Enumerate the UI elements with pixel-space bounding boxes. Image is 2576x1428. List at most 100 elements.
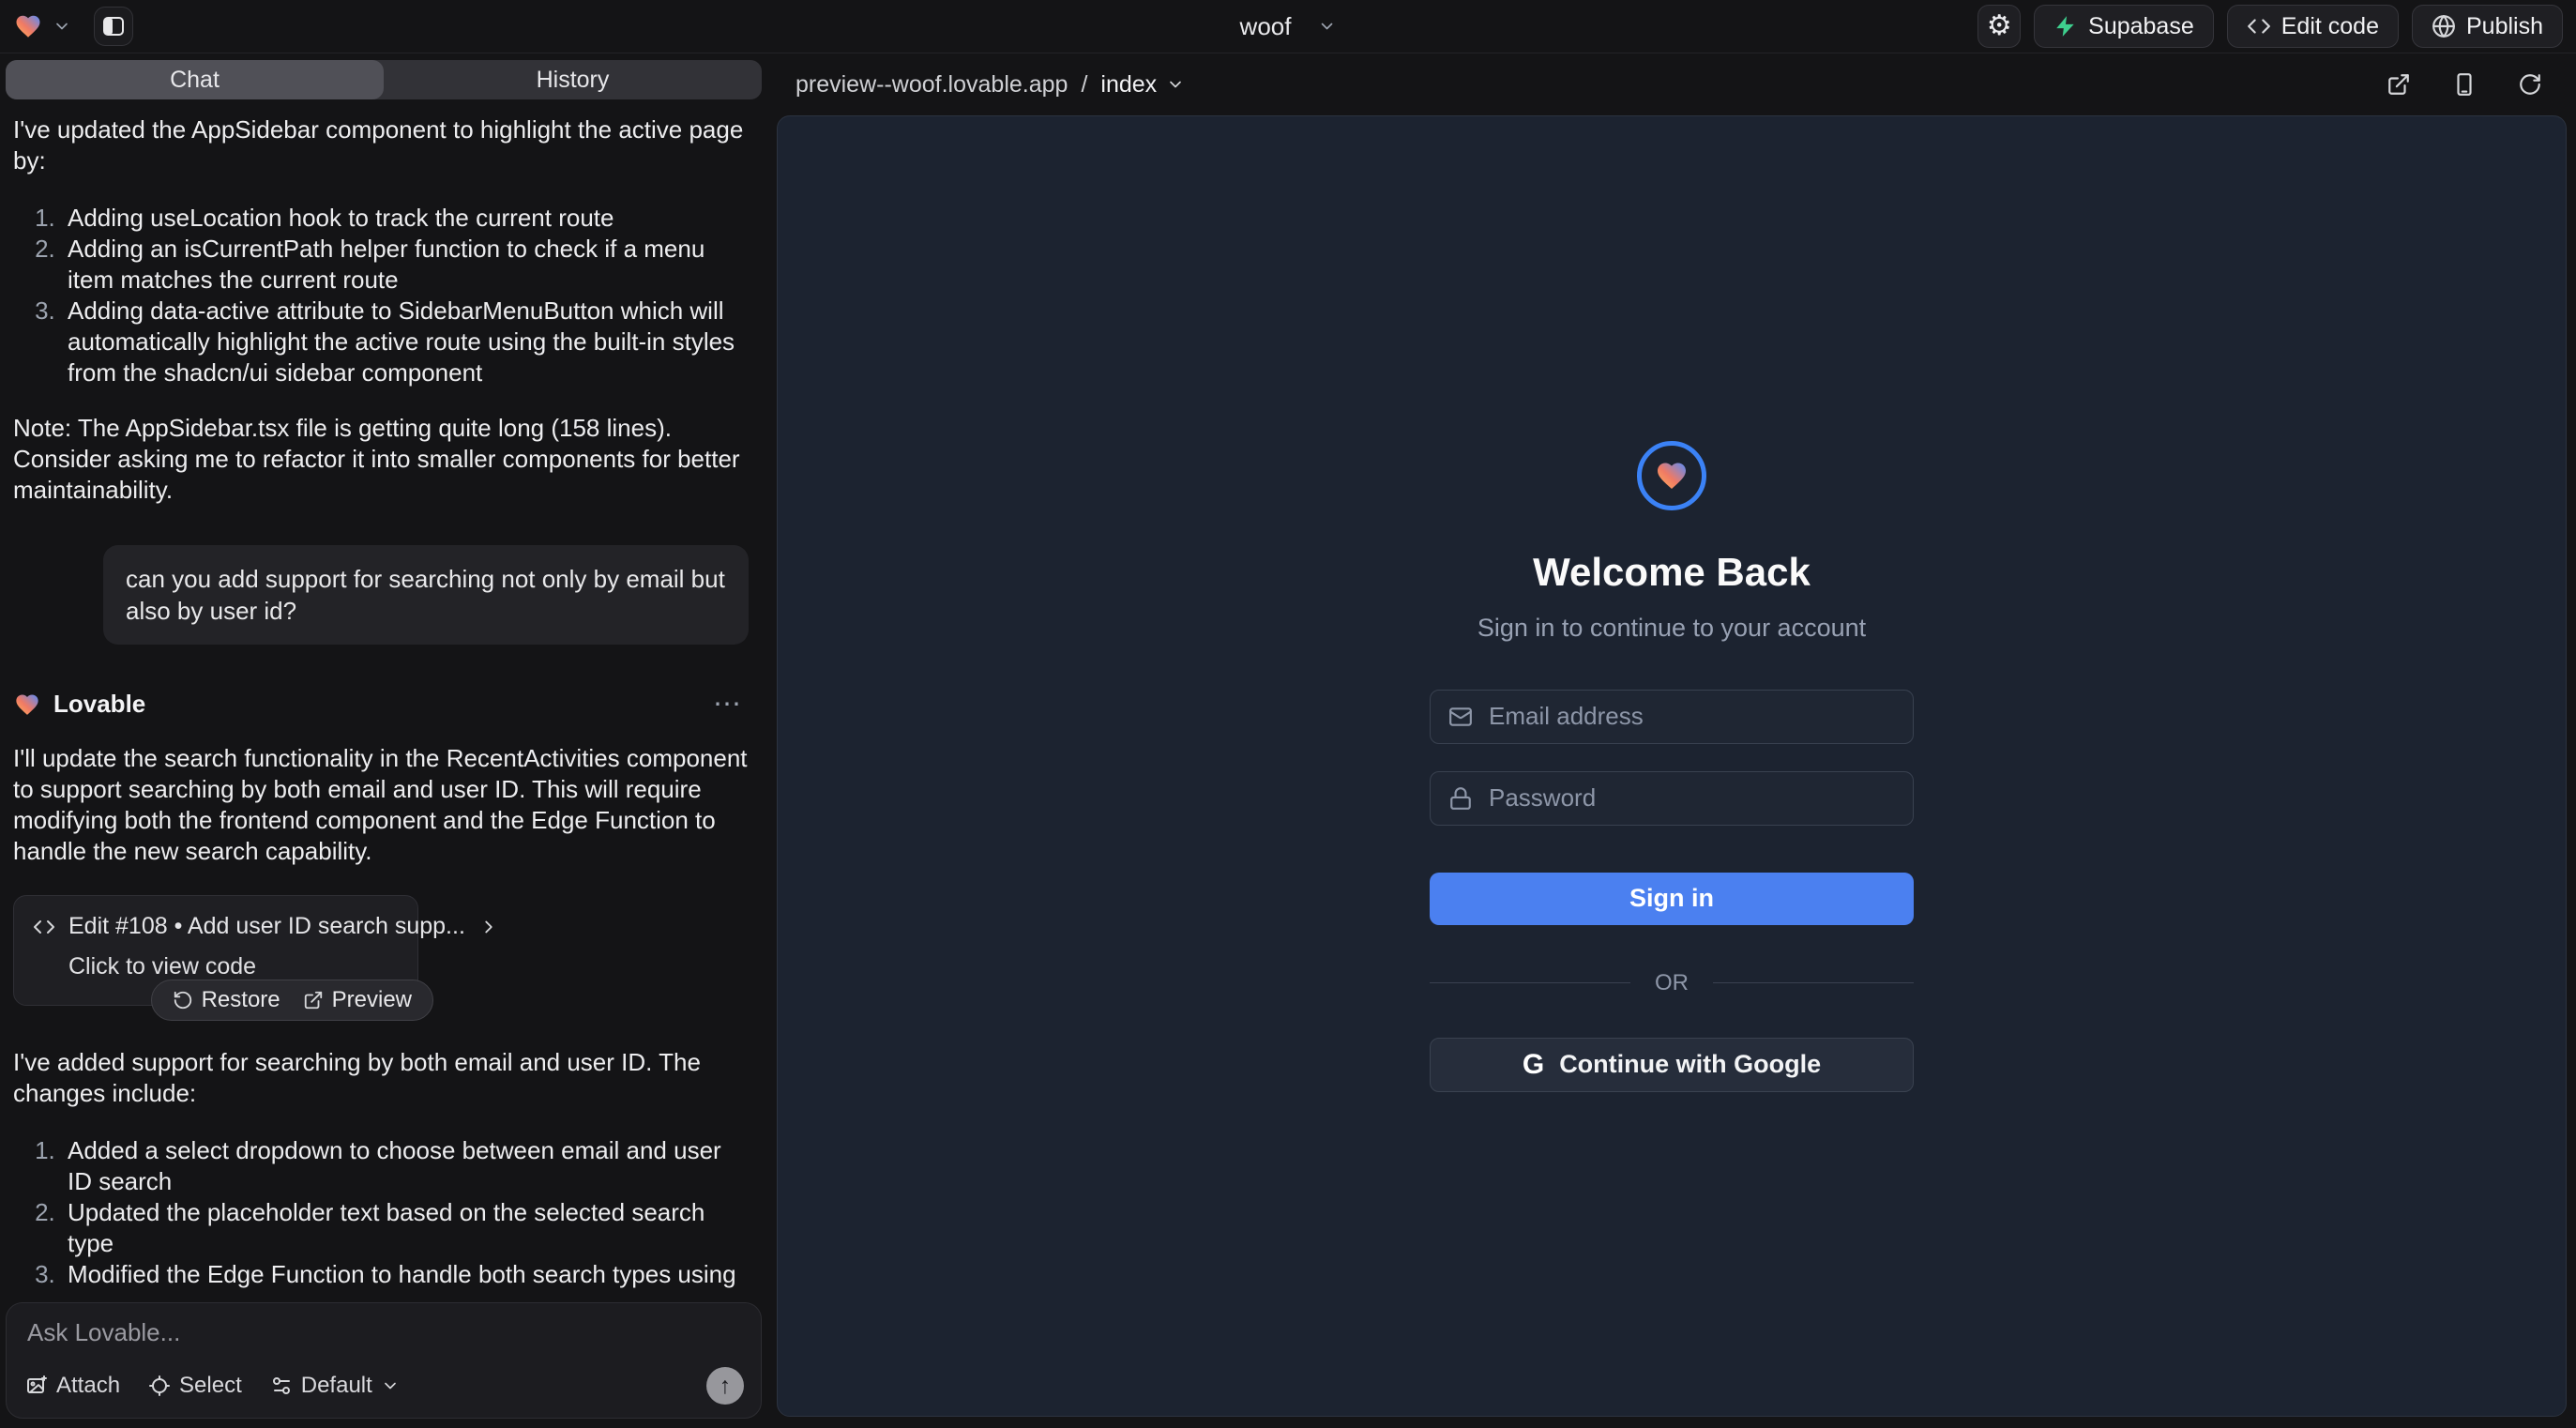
sliders-icon [270, 1375, 293, 1397]
supabase-label: Supabase [2088, 13, 2194, 40]
chat-panel: Chat History I've updated the AppSidebar… [0, 53, 767, 1428]
attach-button[interactable]: Attach [25, 1373, 120, 1399]
preview-viewport: Welcome Back Sign in to continue to your… [777, 115, 2567, 1417]
lock-icon [1448, 786, 1473, 811]
globe-icon [2432, 14, 2456, 38]
preview-page: index [1100, 71, 1157, 99]
panel-left-icon [102, 16, 125, 37]
open-in-new-tab-button[interactable] [2387, 72, 2411, 97]
sign-in-button[interactable]: Sign in [1430, 873, 1914, 925]
tab-history[interactable]: History [384, 60, 762, 99]
refresh-button[interactable] [2518, 72, 2542, 97]
google-sign-in-button[interactable]: G Continue with Google [1430, 1038, 1914, 1092]
edit-code-button[interactable]: Edit code [2227, 5, 2399, 48]
model-label: Default [301, 1373, 372, 1399]
url-separator: / [1081, 71, 1087, 99]
project-chevron-down-icon [1317, 17, 1336, 36]
email-field[interactable] [1487, 701, 1895, 732]
password-field-wrap [1430, 771, 1914, 826]
settings-button[interactable]: ⚙ [1977, 5, 2021, 48]
topbar: woof ⚙ Supabase Edit code [0, 0, 2576, 53]
assistant-note-text: Note: The AppSidebar.tsx file is getting… [13, 413, 749, 506]
edit-card-actions: Restore Preview [151, 980, 433, 1021]
preview-button[interactable]: Preview [303, 987, 412, 1013]
chat-history-tabs: Chat History [6, 60, 762, 99]
supabase-bolt-icon [2053, 14, 2078, 38]
page-subtitle: Sign in to continue to your account [1477, 614, 1866, 643]
divider-line [1430, 982, 1630, 983]
mail-icon [1448, 705, 1473, 729]
google-label: Continue with Google [1559, 1050, 1821, 1079]
heart-icon [1654, 459, 1690, 493]
topbar-actions: ⚙ Supabase Edit code Publish [1977, 5, 2563, 48]
app-logo [1637, 441, 1706, 510]
tab-chat[interactable]: Chat [6, 60, 384, 99]
or-divider: OR [1430, 970, 1914, 996]
crosshair-icon [148, 1375, 171, 1397]
assistant-message-list: Adding useLocation hook to track the cur… [13, 203, 749, 388]
mobile-view-button[interactable] [2452, 72, 2477, 97]
topbar-left [13, 7, 133, 46]
attach-label: Attach [56, 1373, 120, 1399]
chat-message-list[interactable]: I've updated the AppSidebar component to… [0, 99, 767, 1295]
assistant-message-text: I've updated the AppSidebar component to… [13, 114, 749, 176]
preview-url-selector[interactable]: preview--woof.lovable.app / index [796, 71, 1185, 99]
sidebar-toggle-button[interactable] [94, 7, 133, 46]
project-name: woof [1240, 12, 1292, 41]
code-icon [2247, 14, 2271, 38]
restore-button[interactable]: Restore [173, 987, 280, 1013]
restore-icon [173, 990, 193, 1010]
chevron-down-icon [381, 1376, 400, 1395]
chevron-right-icon [478, 917, 499, 937]
model-selector-button[interactable]: Default [270, 1373, 400, 1399]
assistant-message-text: I've added support for searching by both… [13, 1047, 749, 1109]
publish-label: Publish [2466, 13, 2543, 40]
project-switcher[interactable]: woof [1240, 0, 1337, 53]
workspace-chevron-down-icon[interactable] [53, 17, 71, 36]
email-field-wrap [1430, 690, 1914, 744]
assistant-message-list: Added a select dropdown to choose betwee… [13, 1135, 749, 1295]
preview-actions [2387, 72, 2548, 97]
list-item: Adding an isCurrentPath helper function … [62, 234, 749, 296]
edit-card-title: Edit #108 • Add user ID search supp... [68, 913, 465, 940]
gear-icon: ⚙ [1987, 12, 2012, 40]
app-root: woof ⚙ Supabase Edit code [0, 0, 2576, 1428]
lovable-heart-icon [13, 691, 41, 718]
assistant-header: Lovable ⋯ [13, 690, 749, 719]
arrow-up-icon: ↑ [720, 1375, 732, 1398]
edit-card-subtitle: Click to view code [68, 953, 399, 980]
preview-url: preview--woof.lovable.app [796, 71, 1068, 99]
user-message-bubble: can you add support for searching not on… [103, 545, 749, 645]
lovable-logo-heart-icon[interactable] [13, 12, 43, 40]
code-icon [33, 916, 55, 938]
message-menu-icon[interactable]: ⋯ [713, 691, 741, 719]
chat-input[interactable] [25, 1316, 744, 1361]
send-button[interactable]: ↑ [706, 1367, 744, 1405]
edit-card-wrap: Edit #108 • Add user ID search supp... C… [13, 895, 418, 1006]
edit-code-label: Edit code [2281, 13, 2379, 40]
edit-card-header: Edit #108 • Add user ID search supp... [33, 913, 399, 940]
google-g-icon: G [1523, 1051, 1544, 1079]
publish-button[interactable]: Publish [2412, 5, 2563, 48]
page-title: Welcome Back [1533, 550, 1811, 595]
list-item: Added a select dropdown to choose betwee… [62, 1135, 749, 1197]
password-field[interactable] [1487, 782, 1895, 813]
assistant-message-text: I'll update the search functionality in … [13, 743, 749, 867]
preview-panel: preview--woof.lovable.app / index [767, 53, 2576, 1428]
select-label: Select [179, 1373, 242, 1399]
supabase-button[interactable]: Supabase [2034, 5, 2214, 48]
composer: Attach Select Default [6, 1302, 762, 1419]
main-split: Chat History I've updated the AppSidebar… [0, 53, 2576, 1428]
list-item: Adding data-active attribute to SidebarM… [62, 296, 749, 388]
preview-label: Preview [332, 987, 412, 1013]
list-item: Modified the Edge Function to handle bot… [62, 1259, 749, 1295]
preview-toolbar: preview--woof.lovable.app / index [767, 53, 2576, 115]
select-element-button[interactable]: Select [148, 1373, 242, 1399]
chevron-down-icon [1166, 75, 1185, 94]
image-plus-icon [25, 1375, 48, 1397]
restore-label: Restore [202, 987, 280, 1013]
divider-line [1713, 982, 1914, 983]
list-item: Adding useLocation hook to track the cur… [62, 203, 749, 234]
list-item: Updated the placeholder text based on th… [62, 1197, 749, 1259]
external-link-icon [303, 990, 324, 1010]
